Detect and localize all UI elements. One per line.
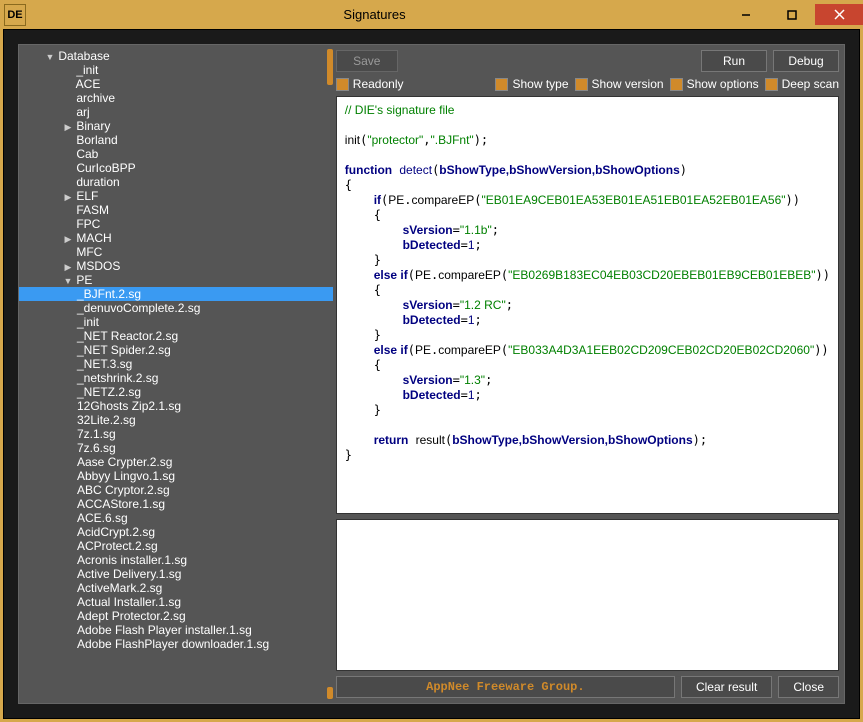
tree-item[interactable]: duration	[19, 175, 333, 189]
status-text: AppNee Freeware Group.	[426, 680, 584, 694]
deepscan-label: Deep scan	[782, 77, 839, 91]
tree-item[interactable]: archive	[19, 91, 333, 105]
titlebar: DE Signatures	[0, 0, 863, 29]
run-button[interactable]: Run	[701, 50, 767, 72]
tree-item[interactable]: _init	[19, 63, 333, 77]
tree-item[interactable]: Actual Installer.1.sg	[19, 595, 333, 609]
tree-item[interactable]: ActiveMark.2.sg	[19, 581, 333, 595]
maximize-button[interactable]	[769, 4, 815, 25]
tree-item[interactable]: ▶ MACH	[19, 231, 333, 245]
tree-item[interactable]: FASM	[19, 203, 333, 217]
showoptions-checkbox[interactable]: Show options	[670, 77, 759, 91]
tree-item[interactable]: _NET Spider.2.sg	[19, 343, 333, 357]
close-button[interactable]: Close	[778, 676, 839, 698]
tree-item[interactable]: _NETZ.2.sg	[19, 385, 333, 399]
tree-item[interactable]: AcidCrypt.2.sg	[19, 525, 333, 539]
debug-button[interactable]: Debug	[773, 50, 839, 72]
tree-item[interactable]: ▶ MSDOS	[19, 259, 333, 273]
tree-item[interactable]: Adobe FlashPlayer downloader.1.sg	[19, 637, 333, 651]
minimize-button[interactable]	[723, 4, 769, 25]
tree-panel: ▼ Database _init ACE archive arj▶ Binary…	[19, 45, 333, 703]
showversion-label: Show version	[592, 77, 664, 91]
tree-item[interactable]: 7z.1.sg	[19, 427, 333, 441]
tree-root[interactable]: ▼ Database	[19, 49, 333, 63]
readonly-checkbox[interactable]: Readonly	[336, 77, 404, 91]
tree-item[interactable]: _netshrink.2.sg	[19, 371, 333, 385]
tree-item[interactable]: ACE.6.sg	[19, 511, 333, 525]
showtype-checkbox[interactable]: Show type	[495, 77, 568, 91]
save-button[interactable]: Save	[336, 50, 398, 72]
tree-item[interactable]: _NET Reactor.2.sg	[19, 329, 333, 343]
code-editor[interactable]: // DIE's signature file init("protector"…	[336, 96, 839, 514]
tree-item[interactable]: 12Ghosts Zip2.1.sg	[19, 399, 333, 413]
tree-item[interactable]: _denuvoComplete.2.sg	[19, 301, 333, 315]
tree-item[interactable]: Acronis installer.1.sg	[19, 553, 333, 567]
tree-item[interactable]: ACProtect.2.sg	[19, 539, 333, 553]
clear-result-button[interactable]: Clear result	[681, 676, 772, 698]
app-icon: DE	[4, 4, 26, 26]
tree-item[interactable]: _NET.3.sg	[19, 357, 333, 371]
tree-item[interactable]: _BJFnt.2.sg	[19, 287, 333, 301]
tree-item[interactable]: CurIcoBPP	[19, 161, 333, 175]
window-title: Signatures	[26, 7, 723, 22]
deepscan-checkbox[interactable]: Deep scan	[765, 77, 839, 91]
tree-item[interactable]: 32Lite.2.sg	[19, 413, 333, 427]
tree-item[interactable]: ▶ Binary	[19, 119, 333, 133]
tree-item[interactable]: Abbyy Lingvo.1.sg	[19, 469, 333, 483]
tree-item[interactable]: Cab	[19, 147, 333, 161]
showversion-checkbox[interactable]: Show version	[575, 77, 664, 91]
tree-item[interactable]: MFC	[19, 245, 333, 259]
tree-item[interactable]: ▶ ELF	[19, 189, 333, 203]
showtype-label: Show type	[512, 77, 568, 91]
showoptions-label: Show options	[687, 77, 759, 91]
tree-item[interactable]: arj	[19, 105, 333, 119]
tree-item[interactable]: ACE	[19, 77, 333, 91]
close-window-button[interactable]	[815, 4, 863, 25]
tree-item[interactable]: ACCAStore.1.sg	[19, 497, 333, 511]
tree-item[interactable]: Adept Protector.2.sg	[19, 609, 333, 623]
tree-item[interactable]: Borland	[19, 133, 333, 147]
app-frame: ▼ Database _init ACE archive arj▶ Binary…	[3, 29, 860, 719]
output-panel[interactable]	[336, 519, 839, 671]
tree-item[interactable]: Active Delivery.1.sg	[19, 567, 333, 581]
status-bar: AppNee Freeware Group.	[336, 676, 675, 698]
scrollbar-thumb[interactable]	[327, 49, 333, 85]
tree-item[interactable]: 7z.6.sg	[19, 441, 333, 455]
tree-item[interactable]: _init	[19, 315, 333, 329]
scrollbar-thumb-bottom[interactable]	[327, 687, 333, 699]
tree-item[interactable]: Aase Crypter.2.sg	[19, 455, 333, 469]
tree-item[interactable]: ABC Cryptor.2.sg	[19, 483, 333, 497]
tree-item[interactable]: ▼ PE	[19, 273, 333, 287]
readonly-label: Readonly	[353, 77, 404, 91]
tree-item[interactable]: Adobe Flash Player installer.1.sg	[19, 623, 333, 637]
tree-item[interactable]: FPC	[19, 217, 333, 231]
